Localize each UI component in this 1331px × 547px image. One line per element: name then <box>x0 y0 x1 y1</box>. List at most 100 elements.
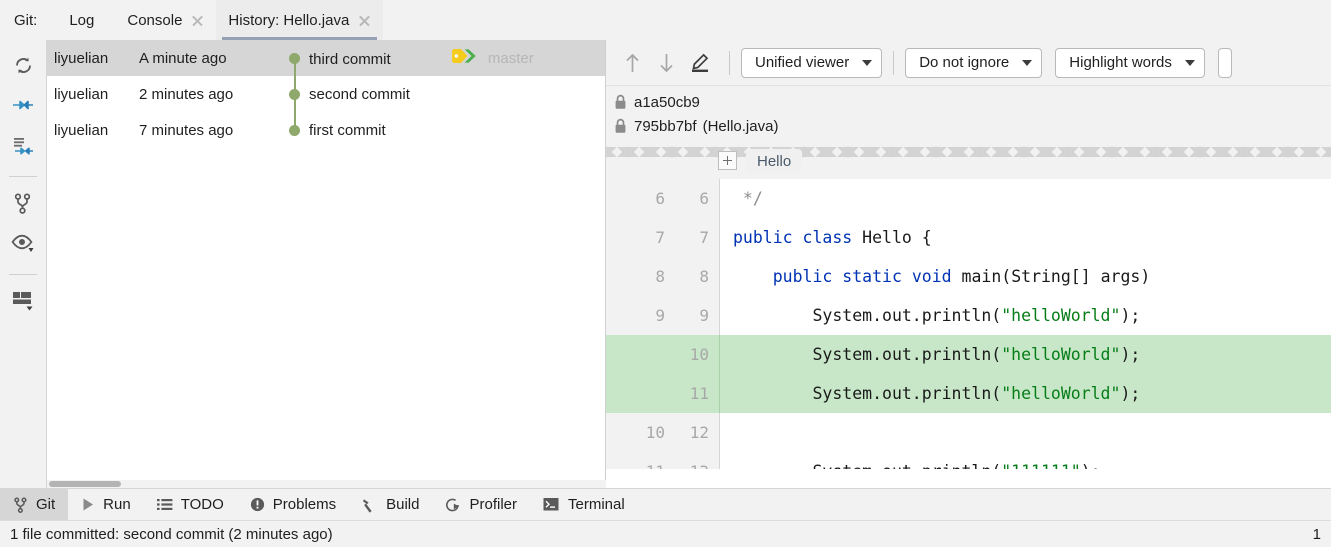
line-number-gutter: 9 9 <box>606 296 720 335</box>
revision-hash-left: a1a50cb9 <box>634 93 700 111</box>
code-text: System.out.println("helloWorld"); <box>733 306 1141 325</box>
close-icon[interactable] <box>358 14 371 27</box>
profiler-icon <box>445 497 461 513</box>
code-line: 6 6 */ <box>606 179 1331 218</box>
git-tab-bar: Git: Log Console History: Hello.java <box>0 0 1331 40</box>
tab-history[interactable]: History: Hello.java <box>216 0 384 40</box>
revision-file-right: (Hello.java) <box>702 117 779 135</box>
expand-hunk-button[interactable] <box>718 151 737 170</box>
close-icon[interactable] <box>191 14 204 27</box>
collapse-all-button[interactable] <box>6 129 40 165</box>
line-number-gutter: 11 <box>606 374 720 413</box>
play-icon <box>81 497 95 512</box>
viewer-mode-dropdown[interactable]: Unified viewer <box>741 47 883 78</box>
old-line-number: 10 <box>645 423 665 442</box>
toolbar-divider <box>893 50 895 75</box>
git-panel-title: Git: <box>14 11 38 29</box>
branch-ref-label: master <box>487 49 534 67</box>
eye-icon <box>11 233 35 257</box>
ignore-whitespace-dropdown[interactable]: Do not ignore <box>905 47 1043 78</box>
branch-ref-badge: master <box>451 48 534 68</box>
scrollbar-thumb[interactable] <box>49 481 121 487</box>
show-button[interactable] <box>6 227 40 263</box>
code-line-added: 11 System.out.println("helloWorld"); <box>606 374 1331 413</box>
git-tool-rail <box>0 40 47 488</box>
diff-viewer: Unified viewer Do not ignore Highlight w… <box>606 40 1331 488</box>
chevron-down-icon <box>1022 59 1033 66</box>
new-line-number: 8 <box>699 267 709 286</box>
code-line: 9 9 System.out.println("helloWorld"); <box>606 296 1331 335</box>
highlight-mode-dropdown[interactable]: Highlight words <box>1055 47 1205 78</box>
rail-divider <box>9 176 37 177</box>
line-number-gutter: 10 12 <box>606 413 720 452</box>
branches-button[interactable] <box>6 187 40 223</box>
new-line-number: 6 <box>699 189 709 208</box>
table-row[interactable]: liyuelian 7 minutes ago first commit <box>47 112 605 148</box>
new-line-number: 11 <box>689 384 709 403</box>
commit-graph-node <box>283 112 309 148</box>
status-right-indicator[interactable]: 1 <box>1313 526 1321 543</box>
code-line: 11 13 System.out.println("111111"); <box>606 452 1331 469</box>
revision-row-left: a1a50cb9 <box>614 90 1331 114</box>
highlight-mode-label: Highlight words <box>1069 54 1172 71</box>
commit-subject: third commit master <box>309 48 605 68</box>
list-icon <box>156 497 173 512</box>
commit-list[interactable]: liyuelian A minute ago third commit mast… <box>47 40 606 488</box>
commit-list-horizontal-scrollbar[interactable] <box>47 480 606 488</box>
tool-window-todo-label: TODO <box>180 496 224 513</box>
collapse-button[interactable] <box>6 89 40 125</box>
lock-icon <box>614 118 627 134</box>
terminal-icon <box>543 497 560 512</box>
table-row[interactable]: liyuelian 2 minutes ago second commit <box>47 76 605 112</box>
tool-window-run-label: Run <box>103 496 131 513</box>
commit-date: 7 minutes ago <box>139 121 234 139</box>
tool-window-build-label: Build <box>386 496 420 513</box>
tool-window-profiler[interactable]: Profiler <box>432 489 530 520</box>
git-history-window: Git: Log Console History: Hello.java liy… <box>0 0 1331 547</box>
table-row[interactable]: liyuelian A minute ago third commit mast… <box>47 40 605 76</box>
diff-code-area[interactable]: 6 6 */ 7 7 public class Hello { 8 8 publ… <box>606 179 1331 469</box>
commit-author: liyuelian <box>54 85 109 103</box>
tool-window-terminal[interactable]: Terminal <box>530 489 638 520</box>
tool-window-todo[interactable]: TODO <box>144 489 237 520</box>
code-text: System.out.println("helloWorld"); <box>733 345 1141 364</box>
branch-icon <box>13 192 33 218</box>
tool-window-build[interactable]: Build <box>349 489 432 520</box>
tool-window-problems[interactable]: Problems <box>237 489 349 520</box>
layout-icon <box>11 290 35 316</box>
toolbar-divider <box>729 50 730 75</box>
new-line-number: 13 <box>665 462 709 469</box>
refresh-button[interactable] <box>6 49 40 85</box>
tool-window-run[interactable]: Run <box>68 489 144 520</box>
tool-window-bar: Git Run TODO Problems Build Profiler Ter… <box>0 488 1331 520</box>
tool-window-git[interactable]: Git <box>0 489 69 520</box>
edit-source-button[interactable] <box>684 47 716 79</box>
code-text: System.out.println("helloWorld"); <box>733 384 1141 403</box>
next-difference-button[interactable] <box>650 47 682 79</box>
collapsed-hunk-separator: Hello <box>606 143 1331 179</box>
code-text: */ <box>733 189 763 208</box>
tool-window-problems-label: Problems <box>272 496 337 513</box>
commit-graph-node <box>283 76 309 112</box>
revision-hash-right: 795bb7bf <box>634 117 697 135</box>
tab-log[interactable]: Log <box>57 0 115 40</box>
tab-console-label: Console <box>127 11 183 29</box>
chevron-down-icon <box>862 59 873 66</box>
previous-difference-button[interactable] <box>616 47 648 79</box>
revision-row-right: 795bb7bf (Hello.java) <box>614 114 1331 138</box>
commit-date: A minute ago <box>139 49 227 67</box>
overflow-dropdown[interactable] <box>1217 47 1232 78</box>
status-bar: 1 file committed: second commit (2 minut… <box>0 520 1331 547</box>
commit-subject: first commit <box>309 121 386 139</box>
line-number-gutter: 11 13 <box>606 452 720 469</box>
status-message: 1 file committed: second commit (2 minut… <box>10 525 333 543</box>
commit-date: 2 minutes ago <box>139 85 234 103</box>
line-number-gutter: 7 7 <box>606 218 720 257</box>
commit-author: liyuelian <box>54 49 109 67</box>
layout-button[interactable] <box>6 285 40 321</box>
tab-log-label: Log <box>69 11 95 29</box>
lock-icon <box>614 94 627 110</box>
tab-console[interactable]: Console <box>115 0 216 40</box>
commit-graph-node <box>283 40 309 76</box>
branch-icon <box>13 496 28 513</box>
